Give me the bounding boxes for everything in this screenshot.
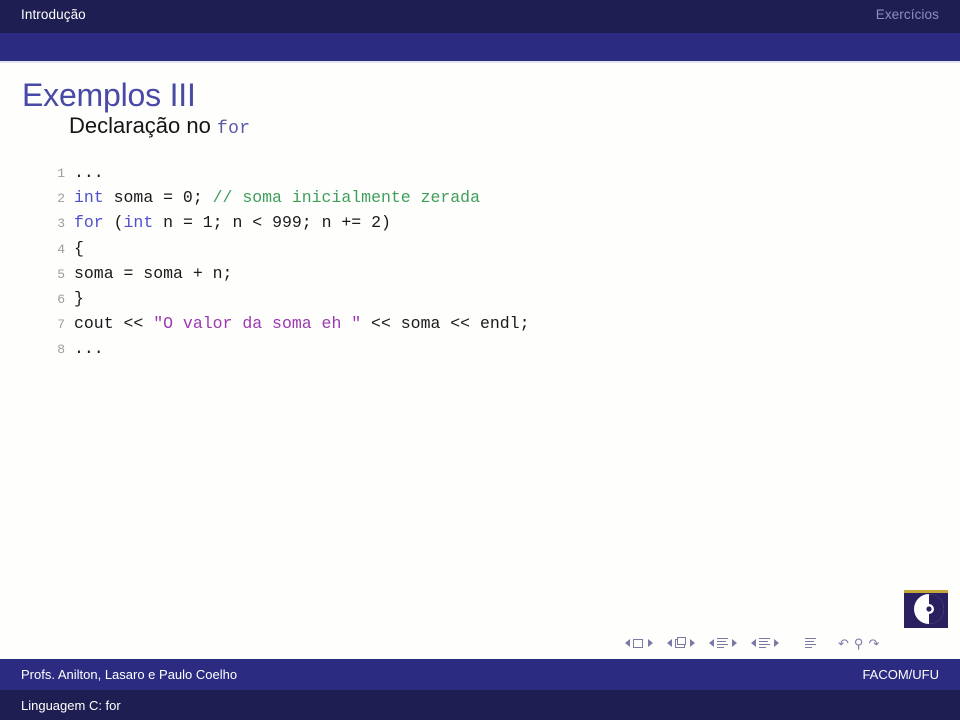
footer-short-title: Linguagem C: for: [21, 698, 121, 713]
code-token-plain: << soma << endl;: [361, 314, 530, 334]
logo-graphic: [904, 590, 948, 628]
frame-title-block: Exemplos III Declaração no for: [22, 77, 938, 139]
facom-ufu-logo: [902, 589, 950, 629]
code-token-plain: ...: [74, 339, 104, 359]
code-line: 6}: [46, 286, 529, 311]
nav-group-subsection[interactable]: [706, 637, 739, 650]
code-line: 1...: [46, 160, 529, 185]
code-token-string: "O valor da soma eh ": [153, 314, 362, 334]
next-section-icon[interactable]: [773, 639, 779, 647]
nav-group-presentation[interactable]: [804, 637, 817, 650]
code-token-plain: n = 1; n < 999; n += 2): [153, 213, 391, 233]
header-section-exercicios[interactable]: Exercícios: [876, 7, 939, 22]
previous-subsection-icon[interactable]: [708, 639, 714, 647]
next-frame-icon[interactable]: [689, 639, 695, 647]
nav-group-history[interactable]: ↶ ⚲ ↷: [838, 637, 879, 650]
code-line: 3 for (int n = 1; n < 999; n += 2): [46, 210, 529, 235]
code-listing: 1... 2 int soma = 0; // soma inicialmente …: [46, 160, 529, 362]
code-token-plain: cout <<: [74, 314, 154, 334]
code-token-plain: (: [103, 213, 124, 233]
code-token-plain: {: [74, 238, 84, 258]
code-line-number: 1: [57, 166, 65, 181]
footer-lower-bar: Linguagem C: for: [0, 690, 960, 720]
next-subsection-icon[interactable]: [731, 639, 737, 647]
forward-icon[interactable]: ↷: [868, 637, 879, 650]
subsection-icon[interactable]: [716, 637, 729, 650]
nav-group-section[interactable]: [748, 637, 781, 650]
code-token-plain: soma = 0;: [103, 188, 213, 208]
code-token-plain: soma = soma + n;: [74, 263, 233, 283]
page-subtitle-text: Declaração no: [69, 113, 217, 139]
presentation-icon[interactable]: [804, 637, 817, 650]
footer-upper-bar: Profs. Anilton, Lasaro e Paulo Coelho FA…: [0, 659, 960, 690]
code-line: 2 int soma = 0; // soma inicialmente zera…: [46, 185, 529, 210]
code-line: 4{: [46, 236, 529, 261]
back-icon[interactable]: ↶: [838, 637, 849, 650]
previous-slide-icon[interactable]: [624, 639, 630, 647]
code-token-keyword: int: [74, 188, 104, 208]
previous-section-icon[interactable]: [750, 639, 756, 647]
section-icon[interactable]: [758, 637, 771, 650]
footer-institute: FACOM/UFU: [862, 667, 939, 682]
code-line: 7 cout << "O valor da soma eh " << soma <…: [46, 311, 529, 336]
code-line-number: 3: [57, 216, 65, 232]
code-line-number: 6: [57, 291, 65, 307]
code-line-number: 5: [57, 266, 65, 282]
code-token-plain: ...: [74, 163, 104, 182]
frame-icon[interactable]: [674, 636, 687, 650]
previous-frame-icon[interactable]: [666, 639, 672, 647]
header-divider-rule: [0, 61, 960, 63]
nav-group-slide[interactable]: [622, 637, 655, 650]
page-subtitle-keyword: for: [216, 119, 251, 140]
next-slide-icon[interactable]: [647, 639, 653, 647]
header-navigation-bar: Introdução Exercícios: [0, 0, 960, 33]
code-token-plain: }: [74, 288, 84, 308]
code-token-keyword: for: [74, 213, 104, 233]
code-line-number: 2: [57, 191, 65, 207]
code-line: 8...: [46, 336, 529, 361]
code-token-keyword: int: [123, 213, 154, 233]
code-line-number: 7: [57, 317, 65, 333]
footer-author: Profs. Anilton, Lasaro e Paulo Coelho: [21, 667, 238, 682]
code-line: 5 soma = soma + n;: [46, 261, 529, 286]
nav-group-frame[interactable]: [664, 636, 697, 650]
header-accent-band: [0, 33, 960, 61]
code-token-comment: // soma inicialmente zerada: [212, 188, 480, 208]
page-subtitle: Declaração no for: [69, 114, 938, 139]
header-section-introducao[interactable]: Introdução: [21, 7, 86, 22]
code-line-number: 8: [57, 342, 65, 358]
slide-icon[interactable]: [632, 637, 645, 650]
beamer-navigation-symbols[interactable]: ↶ ⚲ ↷: [622, 634, 890, 652]
search-icon[interactable]: ⚲: [854, 637, 864, 650]
code-line-number: 4: [57, 241, 65, 257]
page-title: Exemplos III: [22, 77, 196, 113]
